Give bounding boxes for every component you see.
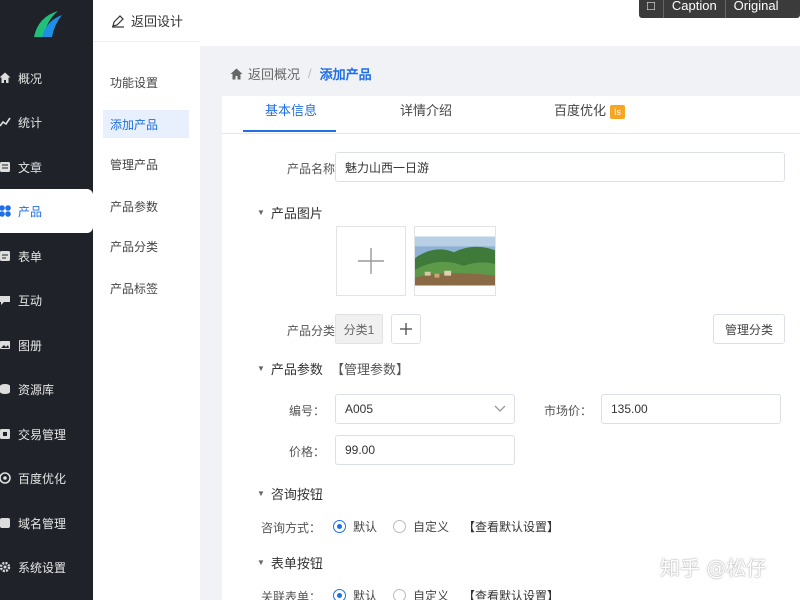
chevron-down-icon (494, 402, 506, 416)
back-to-design-button[interactable]: 返回设计 (93, 0, 200, 42)
consult-mode-label: 咨询方式： (260, 521, 321, 535)
form-custom-radio[interactable]: 自定义 (393, 587, 449, 600)
sub-menu-item-3[interactable]: 产品参数 (103, 192, 189, 220)
caption-toggle-button[interactable]: □ (639, 0, 663, 18)
view-toggle[interactable]: □ Caption Original (639, 0, 800, 18)
nav-item-label: 表单 (18, 249, 43, 264)
params-section-header[interactable]: ▼ 产品参数 【管理参数】 (257, 359, 409, 378)
tab-bar: 基本信息 详情介绍 百度优化 Is (222, 96, 800, 134)
nav-item-label: 交易管理 (18, 427, 67, 442)
price-label: 价格： (288, 445, 325, 459)
comment-icon: □ (647, 0, 655, 13)
landscape-photo (415, 236, 495, 286)
nav-item-label: 系统设置 (18, 560, 67, 575)
market-price-input[interactable]: 135.00 (601, 394, 781, 424)
nav-item-9[interactable]: 百度优化 (0, 456, 93, 500)
nav-item-label: 文章 (18, 160, 43, 175)
nav-item-11[interactable]: 系统设置 (0, 545, 93, 589)
consult-view-default-link[interactable]: 【查看默认设置】 (463, 518, 559, 535)
collapse-icon: ▼ (257, 364, 265, 373)
breadcrumb-separator: / (308, 66, 312, 81)
add-image-button[interactable] (336, 226, 406, 296)
nav-item-label: 图册 (18, 338, 43, 353)
home-icon (0, 71, 12, 85)
chat-icon (0, 293, 12, 307)
product-image-thumbnail[interactable] (414, 226, 496, 296)
consult-default-radio[interactable]: 默认 (333, 518, 377, 535)
price-input[interactable]: 99.00 (335, 435, 515, 465)
form-view-default-link[interactable]: 【查看默认设置】 (463, 587, 559, 600)
database-icon (0, 382, 12, 396)
tab-baidu-seo[interactable]: 百度优化 Is (554, 100, 626, 119)
product-name-label: 产品名称： (286, 162, 347, 176)
nav-item-0[interactable]: 概况 (0, 56, 93, 100)
article-icon (0, 160, 12, 174)
breadcrumb-home-link[interactable]: 返回概况 (248, 64, 300, 83)
nav-item-10[interactable]: 域名管理 (0, 501, 93, 545)
trade-icon (0, 427, 12, 441)
nav-item-label: 资源库 (18, 382, 55, 397)
grid-icon (0, 204, 12, 218)
breadcrumb-current: 添加产品 (319, 67, 372, 82)
caption-button[interactable]: Caption (662, 0, 725, 18)
watermark: 知乎 @松仔 (660, 556, 767, 580)
code-select[interactable]: A005 (335, 394, 515, 424)
nav-item-2[interactable]: 文章 (0, 145, 93, 189)
consult-custom-radio[interactable]: 自定义 (393, 518, 449, 535)
sub-menu-item-1[interactable]: 添加产品 (103, 110, 189, 138)
sub-menu-item-5[interactable]: 产品标签 (103, 274, 189, 302)
logo-icon (33, 11, 62, 37)
logo[interactable] (0, 0, 93, 46)
images-section-header[interactable]: ▼ 产品图片 (257, 203, 323, 222)
product-name-input[interactable]: 魅力山西一日游 (335, 152, 785, 182)
nav-item-label: 域名管理 (18, 516, 67, 531)
plus-icon (358, 248, 384, 274)
nav-item-4[interactable]: 表单 (0, 234, 93, 278)
baidu-icon (0, 471, 12, 485)
seo-badge: Is (610, 104, 626, 119)
chart-icon (0, 115, 12, 129)
collapse-icon: ▼ (257, 558, 265, 567)
nav-item-label: 概况 (18, 71, 43, 86)
form-mode-label: 关联表单： (260, 590, 321, 600)
market-price-label: 市场价： (543, 404, 592, 418)
back-to-design-label: 返回设计 (131, 14, 184, 29)
manage-category-button[interactable]: 管理分类 (713, 314, 785, 344)
collapse-icon: ▼ (257, 208, 265, 217)
consult-section-header[interactable]: ▼ 咨询按钮 (257, 484, 323, 503)
nav-item-8[interactable]: 交易管理 (0, 412, 93, 456)
nav-item-label: 互动 (18, 293, 43, 308)
nav-item-1[interactable]: 统计 (0, 100, 93, 144)
sub-menu-item-2[interactable]: 管理产品 (103, 150, 189, 178)
nav-item-6[interactable]: 图册 (0, 323, 93, 367)
original-button[interactable]: Original (724, 0, 787, 18)
nav-item-label: 百度优化 (18, 471, 67, 486)
breadcrumb: 返回概况 / 添加产品 (230, 64, 372, 83)
form-button-section-header[interactable]: ▼ 表单按钮 (257, 553, 323, 572)
gear-icon (0, 560, 12, 574)
category-tag[interactable]: 分类1 (335, 314, 383, 344)
category-label: 产品分类： (286, 324, 347, 338)
add-category-button[interactable] (391, 314, 421, 344)
manage-params-link[interactable]: 【管理参数】 (331, 359, 409, 378)
code-label: 编号： (288, 404, 325, 418)
nav-item-3[interactable]: 产品 (0, 189, 93, 233)
nav-item-label: 统计 (18, 115, 43, 130)
album-icon (0, 338, 12, 352)
plus-icon (400, 323, 412, 335)
nav-item-label: 产品 (18, 204, 43, 219)
sub-menu-item-4[interactable]: 产品分类 (103, 232, 189, 260)
home-icon (230, 68, 243, 80)
tab-basic-info[interactable]: 基本信息 (265, 100, 317, 119)
collapse-icon: ▼ (257, 489, 265, 498)
active-tab-indicator (243, 130, 336, 132)
tab-details[interactable]: 详情介绍 (400, 100, 452, 119)
sub-menu-item-0[interactable]: 功能设置 (103, 68, 189, 96)
form-icon (0, 249, 12, 263)
form-default-radio[interactable]: 默认 (333, 587, 377, 600)
nav-item-7[interactable]: 资源库 (0, 367, 93, 411)
edit-icon (111, 14, 125, 28)
nav-item-5[interactable]: 互动 (0, 278, 93, 322)
domain-icon (0, 516, 12, 530)
